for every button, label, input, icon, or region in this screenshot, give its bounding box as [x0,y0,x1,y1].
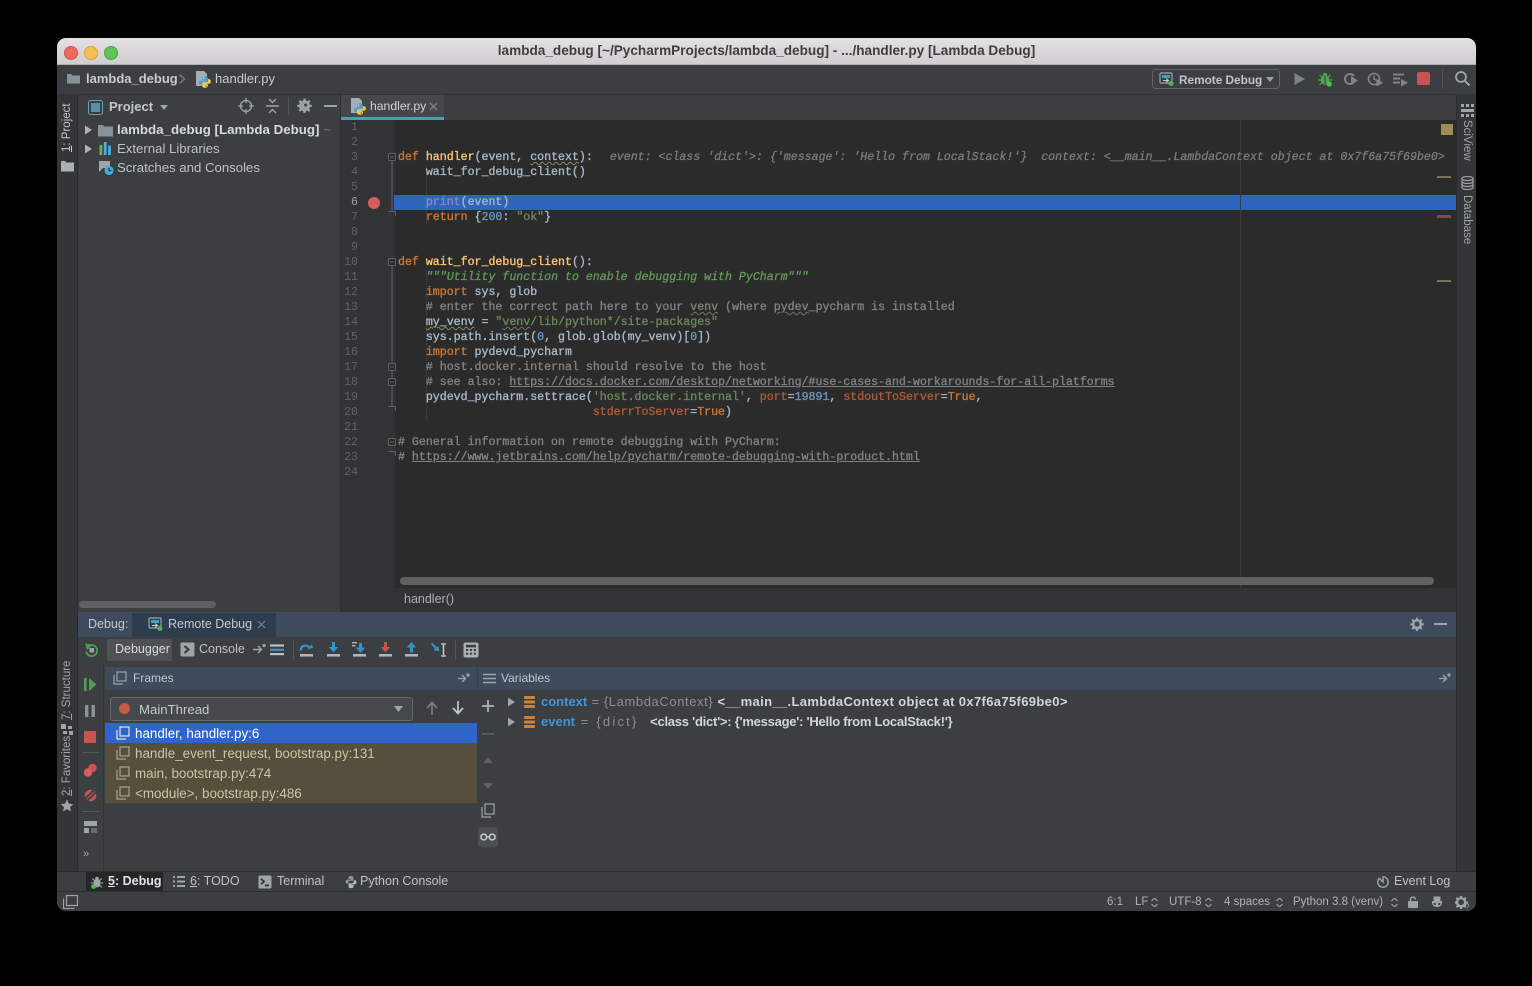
svg-text:?: ? [1465,903,1470,911]
